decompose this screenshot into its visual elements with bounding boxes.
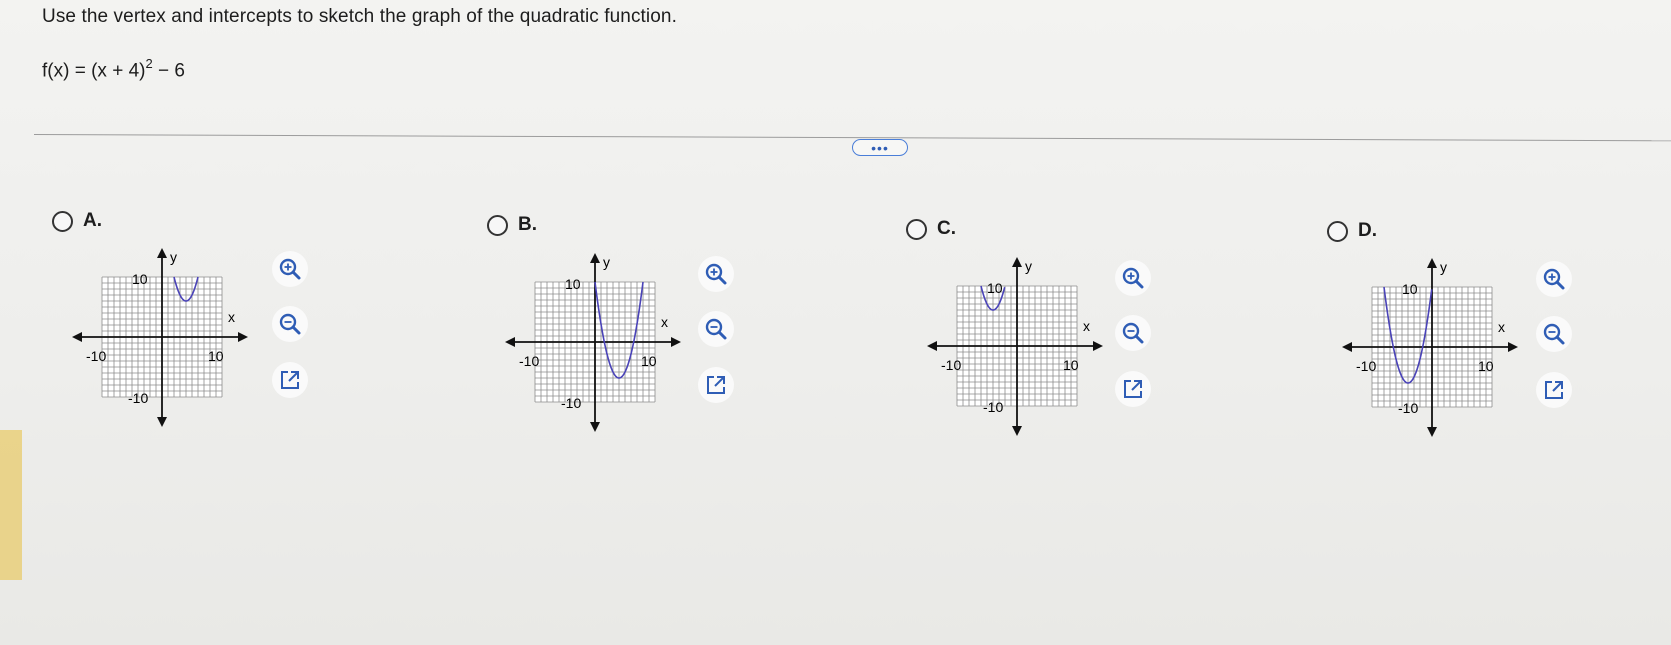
option-c-zoom-in-button[interactable]: [1115, 260, 1151, 296]
option-b-zoom-out-button[interactable]: [698, 311, 734, 347]
x-axis-arrow-left: [505, 337, 515, 347]
tick-label-pos-x: 10: [1478, 358, 1494, 374]
tick-label-neg-y: -10: [983, 399, 1003, 415]
open-external-icon: [1124, 380, 1142, 398]
zoom-in-icon: [1543, 268, 1565, 290]
option-b-graph: y x 10 -10 -10 10: [503, 253, 683, 438]
function-constant: − 6: [152, 60, 185, 82]
option-d-label: D.: [1358, 220, 1377, 241]
option-b-coordinate-plane: y x 10 -10 -10 10: [505, 253, 681, 432]
y-axis-label: y: [1440, 259, 1447, 275]
tick-label-pos-x: 10: [1063, 357, 1079, 373]
section-divider: [33, 134, 1671, 142]
option-c-label: C.: [937, 218, 956, 239]
option-c-open-button[interactable]: [1115, 371, 1151, 407]
tick-label-neg-x: -10: [1356, 358, 1376, 374]
option-a-label: A.: [83, 210, 102, 231]
x-axis-arrow-left: [1342, 342, 1352, 352]
function-exponent: 2: [145, 56, 153, 71]
x-axis-label: x: [1498, 319, 1505, 335]
option-a-graph: y x 10 -10 -10 10: [70, 248, 250, 433]
function-base: f(x) = (x + 4): [42, 60, 146, 82]
y-axis-arrow-down: [590, 422, 600, 432]
zoom-out-icon: [1122, 322, 1144, 344]
x-axis-arrow-left: [927, 341, 937, 351]
tick-label-neg-x: -10: [86, 348, 106, 364]
option-d-zoom-in-button[interactable]: [1536, 261, 1572, 297]
expand-more-button[interactable]: •••: [852, 139, 908, 156]
option-d-radio[interactable]: [1327, 221, 1348, 242]
option-b-label: B.: [518, 214, 537, 235]
x-axis-arrow-right: [238, 332, 248, 342]
y-axis-arrow-up: [1012, 257, 1022, 267]
tick-label-pos-x: 10: [641, 353, 657, 369]
zoom-out-icon: [279, 313, 301, 335]
zoom-out-icon: [1543, 323, 1565, 345]
x-axis-label: x: [1083, 318, 1090, 334]
y-axis-arrow-down: [1427, 427, 1437, 437]
tick-label-pos-y: 10: [987, 280, 1003, 296]
y-axis-label: y: [170, 249, 177, 265]
option-d-zoom-out-button[interactable]: [1536, 316, 1572, 352]
open-external-icon: [707, 376, 725, 394]
option-a-zoom-out-button[interactable]: [272, 306, 308, 342]
option-d-graph: y x 10 -10 -10 10: [1340, 258, 1520, 443]
x-axis-arrow-right: [1093, 341, 1103, 351]
zoom-in-icon: [279, 258, 301, 280]
tick-label-neg-y: -10: [1398, 400, 1418, 416]
option-d-open-button[interactable]: [1536, 372, 1572, 408]
option-c-coordinate-plane: y x 10 -10 -10 10: [927, 257, 1103, 436]
open-external-icon: [281, 371, 299, 389]
zoom-in-icon: [705, 263, 727, 285]
option-d-coordinate-plane: y x 10 -10 -10 10: [1342, 258, 1518, 437]
option-c-radio[interactable]: [906, 219, 927, 240]
zoom-out-icon: [705, 318, 727, 340]
side-highlight-tab: [0, 430, 22, 580]
option-b-zoom-in-button[interactable]: [698, 256, 734, 292]
x-axis-arrow-right: [671, 337, 681, 347]
option-a-radio[interactable]: [52, 211, 73, 232]
y-axis-arrow-down: [157, 417, 167, 427]
x-axis-label: x: [228, 309, 235, 325]
option-c-zoom-out-button[interactable]: [1115, 315, 1151, 351]
tick-label-pos-x: 10: [208, 348, 224, 364]
tick-label-pos-y: 10: [1402, 281, 1418, 297]
tick-label-neg-y: -10: [561, 395, 581, 411]
option-a-open-button[interactable]: [272, 362, 308, 398]
x-axis-arrow-left: [72, 332, 82, 342]
option-b-open-button[interactable]: [698, 367, 734, 403]
tick-label-neg-x: -10: [941, 357, 961, 373]
open-external-icon: [1545, 381, 1563, 399]
y-axis-arrow-down: [1012, 426, 1022, 436]
zoom-in-icon: [1122, 267, 1144, 289]
y-axis-label: y: [603, 254, 610, 270]
tick-label-neg-x: -10: [519, 353, 539, 369]
option-a-zoom-in-button[interactable]: [272, 251, 308, 287]
y-axis-label: y: [1025, 258, 1032, 274]
tick-label-neg-y: -10: [128, 390, 148, 406]
quadratic-function: f(x) = (x + 4)2 − 6: [42, 56, 185, 82]
tick-label-pos-y: 10: [565, 276, 581, 292]
tick-label-pos-y: 10: [132, 271, 148, 287]
option-b-radio[interactable]: [487, 215, 508, 236]
y-axis-arrow-up: [590, 253, 600, 263]
option-c-graph: y x 10 -10 -10 10: [925, 257, 1105, 442]
option-a-coordinate-plane: y x 10 -10 -10 10: [72, 248, 248, 427]
x-axis-arrow-right: [1508, 342, 1518, 352]
question-prompt: Use the vertex and intercepts to sketch …: [42, 6, 677, 27]
x-axis-label: x: [661, 314, 668, 330]
y-axis-arrow-up: [1427, 258, 1437, 268]
y-axis-arrow-up: [157, 248, 167, 258]
